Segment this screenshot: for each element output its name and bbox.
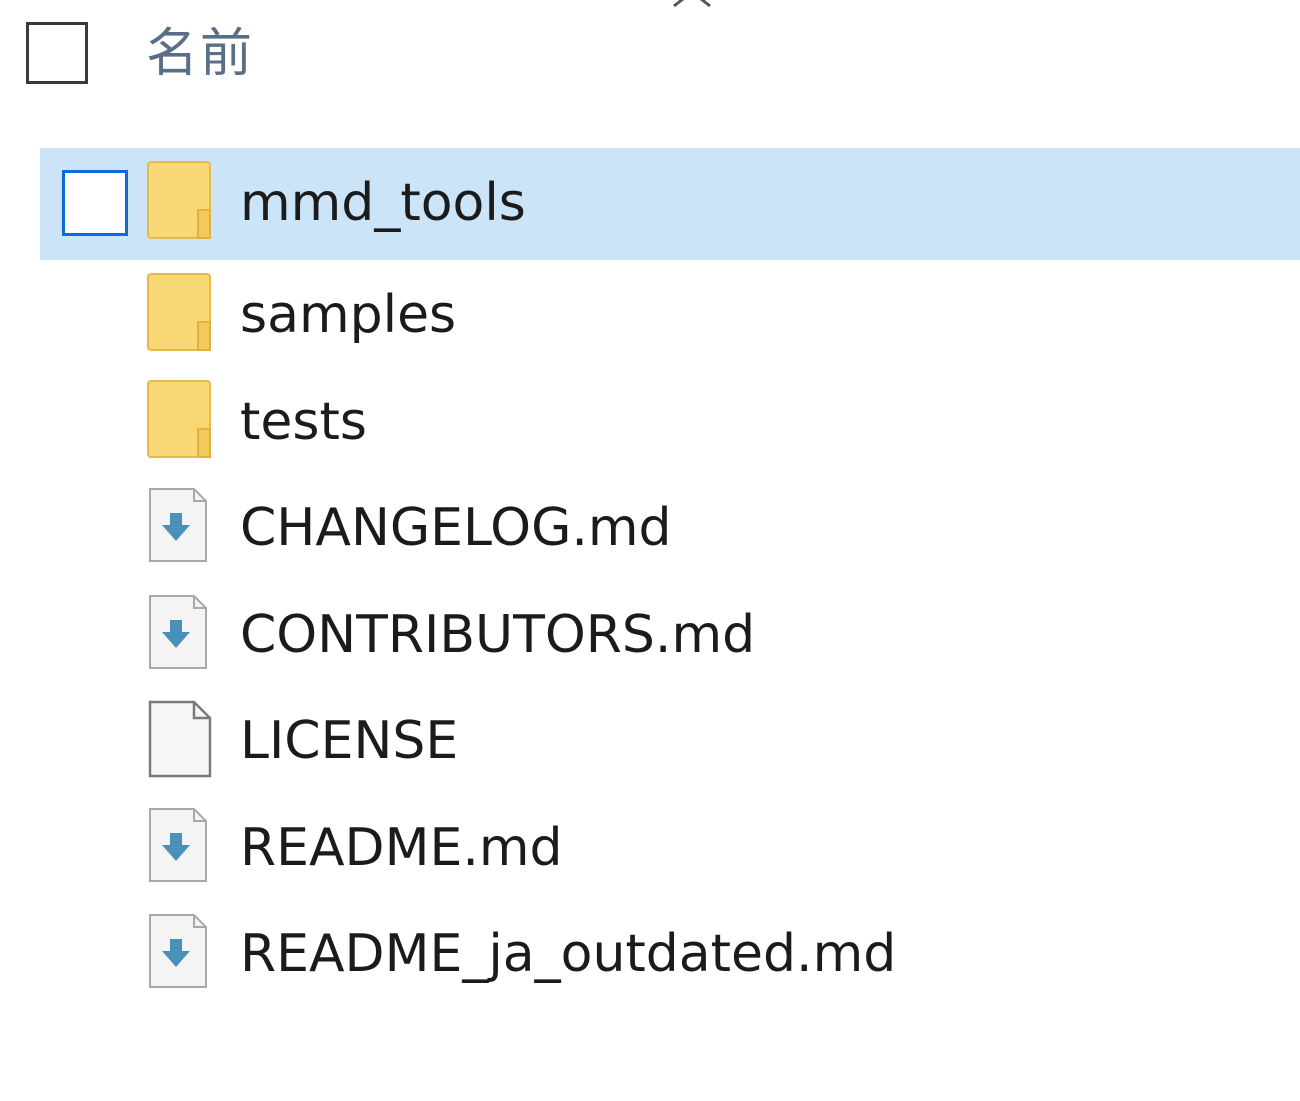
generic-file-icon bbox=[148, 700, 212, 778]
file-name: tests bbox=[240, 391, 367, 452]
file-name: README.md bbox=[240, 817, 563, 878]
markdown-file-icon bbox=[149, 594, 207, 669]
file-row-changelog[interactable]: CHANGELOG.md bbox=[40, 473, 1300, 580]
row-checkbox[interactable] bbox=[62, 170, 128, 236]
file-name: samples bbox=[240, 285, 457, 345]
folder-icon bbox=[147, 161, 211, 239]
file-name: LICENSE bbox=[240, 711, 459, 771]
folder-icon bbox=[147, 273, 211, 351]
markdown-file-icon bbox=[149, 914, 207, 988]
file-explorer-list-view: 名前 mmd_tools samples tests CHANGELOG.md … bbox=[0, 0, 1300, 1101]
file-row-samples[interactable]: samples bbox=[40, 260, 1300, 367]
markdown-file-icon bbox=[149, 488, 207, 562]
file-row-mmd-tools[interactable]: mmd_tools bbox=[40, 148, 1300, 260]
column-header-name[interactable]: 名前 bbox=[146, 22, 254, 86]
folder-icon bbox=[147, 379, 211, 458]
file-row-tests[interactable]: tests bbox=[40, 367, 1300, 474]
file-name: mmd_tools bbox=[240, 173, 526, 233]
file-row-readme[interactable]: README.md bbox=[40, 793, 1300, 900]
file-row-readme-ja-outdated[interactable]: README_ja_outdated.md bbox=[40, 899, 1300, 1006]
file-row-license[interactable]: LICENSE bbox=[40, 686, 1300, 793]
file-name: README_ja_outdated.md bbox=[240, 924, 897, 984]
file-list: mmd_tools samples tests CHANGELOG.md CON… bbox=[40, 148, 1300, 1006]
column-header-row: 名前 bbox=[0, 0, 1300, 110]
file-name: CHANGELOG.md bbox=[240, 498, 672, 558]
markdown-file-icon bbox=[149, 807, 207, 882]
file-row-contributors[interactable]: CONTRIBUTORS.md bbox=[40, 580, 1300, 687]
file-name: CONTRIBUTORS.md bbox=[240, 604, 756, 665]
select-all-checkbox[interactable] bbox=[26, 22, 88, 84]
